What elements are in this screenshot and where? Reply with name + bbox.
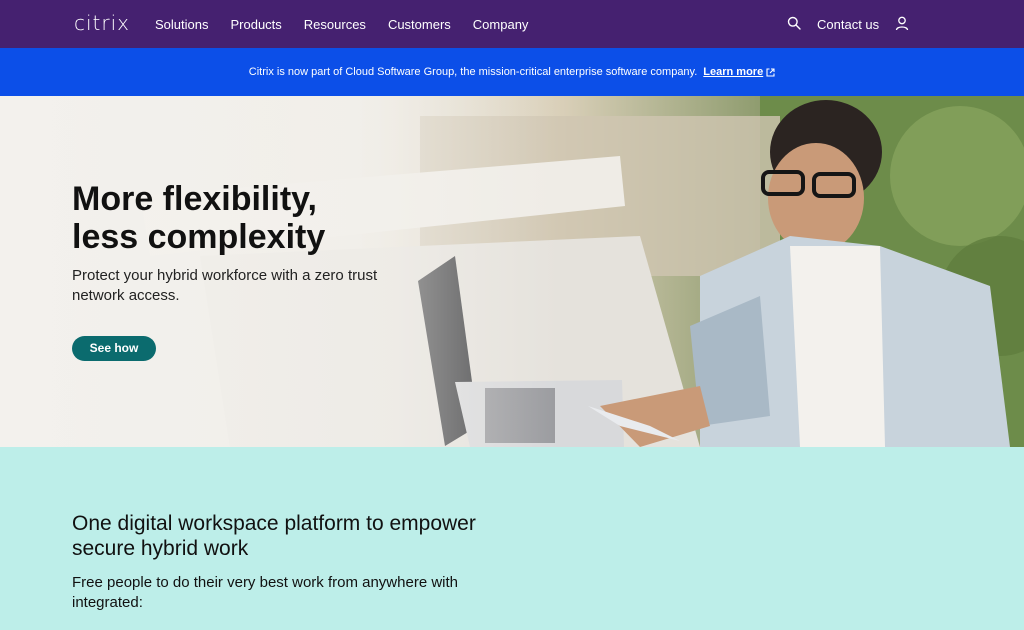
hero-section: More flexibility, less complexity Protec…: [0, 96, 1024, 447]
nav-company[interactable]: Company: [473, 17, 529, 32]
hero-title-line-1: More flexibility,: [72, 180, 317, 218]
announcement-banner: Citrix is now part of Cloud Software Gro…: [0, 48, 1024, 96]
learn-more-label: Learn more: [703, 66, 764, 78]
main-menu: Solutions Products Resources Customers C…: [155, 17, 528, 32]
platform-section: One digital workspace platform to empowe…: [0, 447, 1024, 630]
external-link-icon: [766, 67, 775, 77]
search-icon[interactable]: [787, 16, 801, 30]
section-subtitle: Free people to do their very best work f…: [72, 574, 459, 611]
nav-customers[interactable]: Customers: [388, 17, 451, 32]
contact-us-link[interactable]: Contact us: [817, 17, 879, 32]
nav-solutions[interactable]: Solutions: [155, 17, 208, 32]
see-how-button[interactable]: See how: [72, 336, 156, 361]
hero-title: More flexibility, less complexity: [72, 180, 432, 256]
citrix-logo[interactable]: citrix: [74, 11, 130, 35]
banner-text: Citrix is now part of Cloud Software Gro…: [248, 66, 698, 78]
top-navigation: citrix Solutions Products Resources Cust…: [0, 0, 1024, 48]
hero-subtitle: Protect your hybrid workforce with a zer…: [72, 267, 378, 304]
nav-resources[interactable]: Resources: [304, 17, 366, 32]
nav-products[interactable]: Products: [230, 17, 281, 32]
hero-title-line-2: less complexity: [72, 218, 326, 256]
section-title: One digital workspace platform to empowe…: [72, 512, 476, 560]
user-icon[interactable]: [895, 16, 909, 31]
learn-more-link[interactable]: Learn more: [703, 66, 775, 78]
